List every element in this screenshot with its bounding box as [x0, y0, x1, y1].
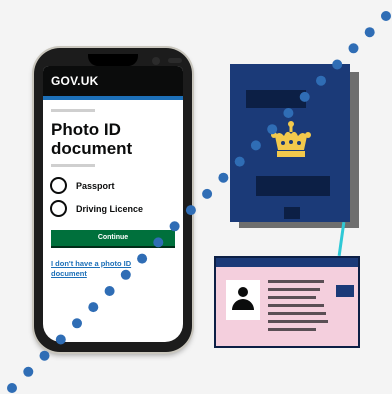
- dot: [234, 156, 245, 167]
- dot: [104, 286, 115, 296]
- dot: [202, 188, 213, 199]
- dot: [250, 140, 261, 151]
- dot: [7, 383, 17, 393]
- dot: [137, 253, 148, 264]
- dot: [348, 43, 359, 54]
- dot: [169, 221, 180, 232]
- dot: [120, 269, 131, 280]
- dot: [316, 75, 326, 86]
- dot: [185, 205, 196, 216]
- dot: [23, 366, 34, 377]
- dot: [55, 334, 66, 345]
- dot: [153, 237, 164, 248]
- dot: [364, 27, 375, 38]
- dotted-line: [7, 11, 391, 393]
- dot: [267, 124, 278, 135]
- dot: [88, 302, 99, 313]
- dot: [218, 172, 229, 183]
- illustration: GOV.UK Photo ID document Passport Drivin…: [0, 0, 392, 394]
- dot: [283, 108, 294, 118]
- dot: [299, 91, 310, 102]
- dot: [332, 59, 343, 70]
- dot: [39, 350, 50, 361]
- dot: [381, 11, 391, 21]
- dot: [72, 318, 82, 329]
